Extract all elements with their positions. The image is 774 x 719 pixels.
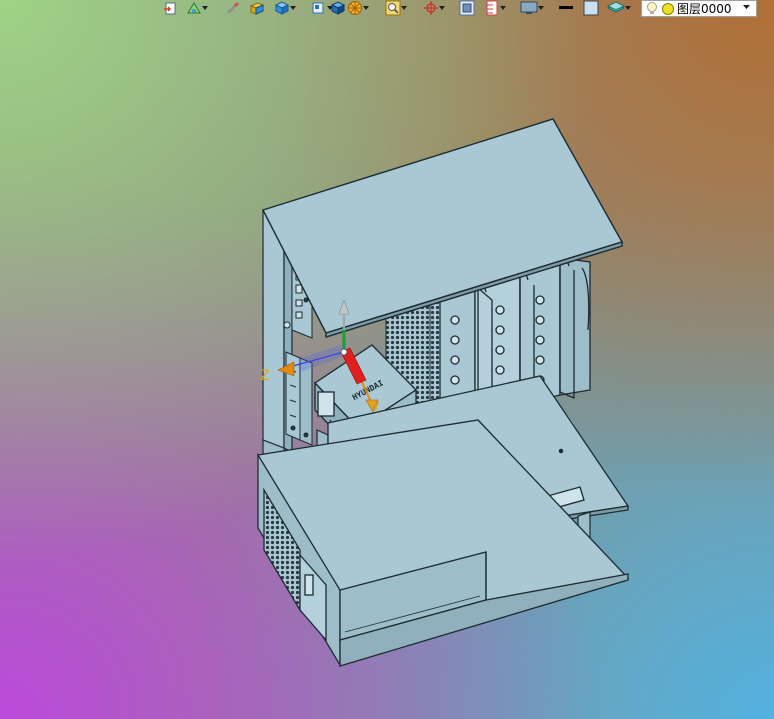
wheel-dropdown-arrow[interactable] [363,0,369,16]
triad-z-label: Z [260,368,270,384]
shaded-cube-button[interactable] [330,0,346,16]
zoom-view-dropdown-arrow[interactable] [401,0,407,16]
sketch-dropdown-arrow[interactable] [202,0,208,16]
cad-model-scene[interactable]: HYUNDAI Z Y [0,0,774,719]
wheel-icon [348,1,362,15]
import-button[interactable] [163,0,177,16]
zoom-view-icon [385,0,401,16]
chevron-down-icon[interactable] [743,5,750,10]
layer-stack-icon [607,1,625,13]
lightbulb-icon[interactable] [645,1,659,16]
ruler-button[interactable] [484,0,506,16]
brush-button[interactable] [226,0,240,16]
layer-select-value: 图层0000 [677,2,732,16]
shaded-cube-icon [330,1,346,15]
cube-button[interactable] [274,0,296,16]
import-icon [164,2,176,15]
ruler-icon [486,0,498,16]
solid-box-button[interactable] [249,0,265,16]
sketch-button[interactable] [186,0,208,16]
fill-color-icon [583,0,599,16]
triad-y-label: Y [371,401,380,416]
sketch-icon [187,2,201,14]
layer-status-icon[interactable] [661,2,675,16]
main-toolbar: 图层0000 [0,0,774,18]
grid-view-icon [459,0,475,16]
zoom-view-button[interactable] [385,0,407,16]
snap-target-icon [424,1,438,15]
view-cube-icon [312,2,324,14]
snap-target-dropdown-arrow[interactable] [439,0,445,16]
layer-select[interactable]: 图层0000 [641,0,757,17]
display-button[interactable] [520,0,544,16]
3d-viewport[interactable]: HYUNDAI Z Y 图层0000 [0,0,774,719]
wheel-button[interactable] [347,0,369,16]
brush-icon [226,1,240,15]
ruler-dropdown-arrow[interactable] [500,0,506,16]
layer-stack-dropdown-arrow[interactable] [625,0,631,16]
solid-box-icon [249,2,265,15]
display-icon [520,1,538,14]
grid-view-button[interactable] [459,0,475,16]
cube-dropdown-arrow[interactable] [290,0,296,16]
line-color-icon [559,6,573,9]
display-dropdown-arrow[interactable] [538,0,544,16]
cube-icon [274,1,290,15]
fill-color-button[interactable] [583,0,599,16]
line-color-button[interactable] [558,0,574,16]
layer-stack-button[interactable] [607,0,631,16]
snap-target-button[interactable] [423,0,445,16]
